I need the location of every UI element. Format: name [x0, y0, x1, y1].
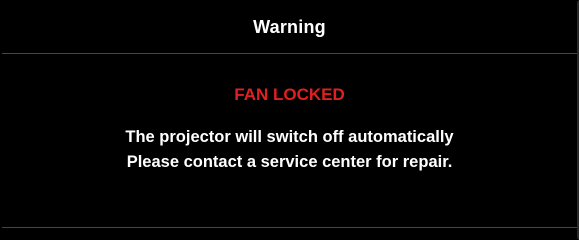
dialog-title-bar: Warning — [2, 2, 577, 53]
title-divider — [2, 53, 577, 54]
warning-dialog: Warning FAN LOCKED The projector will sw… — [0, 0, 579, 240]
message-line-1: The projector will switch off automatica… — [125, 128, 454, 146]
alert-headline: FAN LOCKED — [234, 85, 345, 104]
message-line-2: Please contact a service center for repa… — [126, 153, 453, 171]
dialog-title: Warning — [253, 17, 326, 37]
footer-divider — [2, 227, 577, 228]
